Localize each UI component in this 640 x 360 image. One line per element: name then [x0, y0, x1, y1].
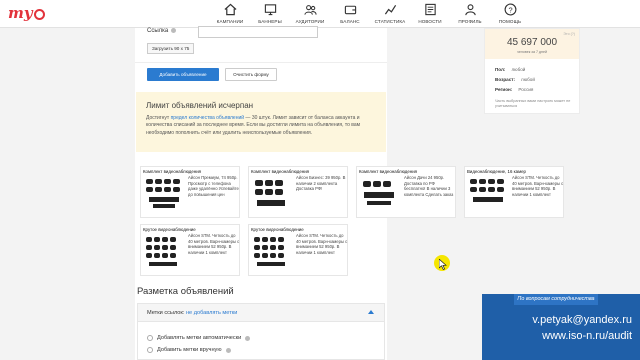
upload-image-button[interactable]: Загрузить 90 x 75	[147, 43, 195, 54]
home-icon	[224, 3, 236, 16]
nav-help[interactable]: ? Помощь	[490, 0, 530, 28]
limit-text: Достигнут предел количества объявлений —…	[146, 115, 361, 136]
divider	[135, 62, 387, 63]
ad-card[interactable]: Крутое видеонаблюдение Айсон STM. Четкос…	[248, 224, 348, 276]
markup-panel: Метки ссылок: не добавлять метки Добавля…	[137, 303, 385, 360]
reach-box: Это (?) 45 697 000 человек за 7 дней	[485, 29, 579, 59]
help-icon[interactable]	[225, 347, 231, 353]
camera-kit-image	[251, 234, 293, 270]
param-region: Регион: Россия	[495, 87, 534, 92]
svg-text:?: ?	[508, 5, 512, 14]
ad-card[interactable]: Крутое видеонаблюдение Айсон STM. Четкос…	[140, 224, 240, 276]
contact-email: v.petyak@yandex.ru	[532, 314, 632, 326]
ad-card[interactable]: Комплект видеонаблюдения Айсон Премиум, …	[140, 166, 240, 218]
markup-toggle[interactable]: Метки ссылок: не добавлять метки	[138, 304, 384, 322]
cursor-icon	[439, 259, 447, 270]
reach-number: 45 697 000	[506, 37, 558, 48]
param-age: Возраст: любой	[495, 77, 535, 82]
users-icon	[303, 5, 317, 15]
contact-site: www.iso-n.ru/audit	[542, 330, 632, 342]
help-icon[interactable]	[245, 335, 251, 341]
markup-mode-link[interactable]: не добавлять метки	[186, 310, 237, 316]
radio-button[interactable]	[147, 347, 153, 353]
ad-card[interactable]: Видеонаблюдение, 16 камер Айсон STM. Чет…	[464, 166, 564, 218]
help-icon[interactable]	[171, 28, 177, 33]
nav-profile[interactable]: Профиль	[450, 0, 490, 28]
contact-overlay: По вопросам сотрудничества v.petyak@yand…	[482, 294, 640, 360]
ad-card[interactable]: Комплект видеонаблюдения Айсон Бизнес: 3…	[248, 166, 348, 218]
contact-header: По вопросам сотрудничества	[514, 294, 598, 305]
logo[interactable]: my	[8, 4, 45, 22]
nav-statistics[interactable]: Статистика	[370, 0, 410, 28]
markup-section-title: Разметка объявлений	[137, 286, 234, 297]
camera-kit-image	[359, 176, 401, 212]
add-ad-button[interactable]: Добавить объявление	[147, 68, 219, 81]
camera-kit-image	[251, 176, 293, 212]
ad-card[interactable]: Комплект видеонаблюдения Айсон Дачи 24 9…	[356, 166, 456, 218]
audience-note: Часть выбранных вами настроек может не у…	[495, 99, 571, 108]
stats-icon	[384, 4, 396, 15]
nav-audiences[interactable]: Аудитории	[290, 0, 330, 28]
camera-kit-image	[143, 234, 185, 270]
radio-manual-tags[interactable]: Добавить метки вручную	[147, 347, 231, 353]
help-icon: ?	[504, 3, 516, 16]
profile-icon	[464, 4, 476, 16]
nav-balance[interactable]: Баланс	[330, 0, 370, 28]
radio-auto-tags[interactable]: Добавлять метки автоматически	[147, 335, 251, 341]
link-label: Ссылка	[147, 28, 177, 34]
reach-caption: человек за 7 дней	[516, 50, 548, 54]
nav-banners[interactable]: Баннеры	[250, 0, 290, 28]
limit-notice: Лимит объявлений исчерпан Достигнут пред…	[136, 92, 386, 152]
logo-mark-icon	[33, 8, 45, 20]
monitor-icon	[264, 4, 276, 16]
link-input[interactable]	[198, 26, 318, 38]
news-icon	[424, 3, 436, 16]
param-gender: Пол: любой	[495, 67, 526, 72]
limit-link[interactable]: предел количества объявлений	[171, 115, 244, 121]
radio-button[interactable]	[147, 335, 153, 341]
main-nav: Кампании Баннеры Аудитории Баланс Статис…	[210, 0, 530, 28]
camera-kit-image	[143, 176, 185, 212]
limit-title: Лимит объявлений исчерпан	[146, 101, 254, 110]
top-bar: my Кампании Баннеры Аудитории Баланс Ста…	[0, 0, 640, 28]
wallet-icon	[344, 5, 356, 15]
camera-kit-image	[467, 176, 509, 212]
nav-news[interactable]: Новости	[410, 0, 450, 28]
nav-campaigns[interactable]: Кампании	[210, 0, 250, 28]
audience-card: Это (?) 45 697 000 человек за 7 дней Пол…	[484, 28, 580, 114]
chevron-up-icon[interactable]	[368, 310, 374, 314]
reset-form-button[interactable]: Очистить форму	[225, 68, 277, 81]
